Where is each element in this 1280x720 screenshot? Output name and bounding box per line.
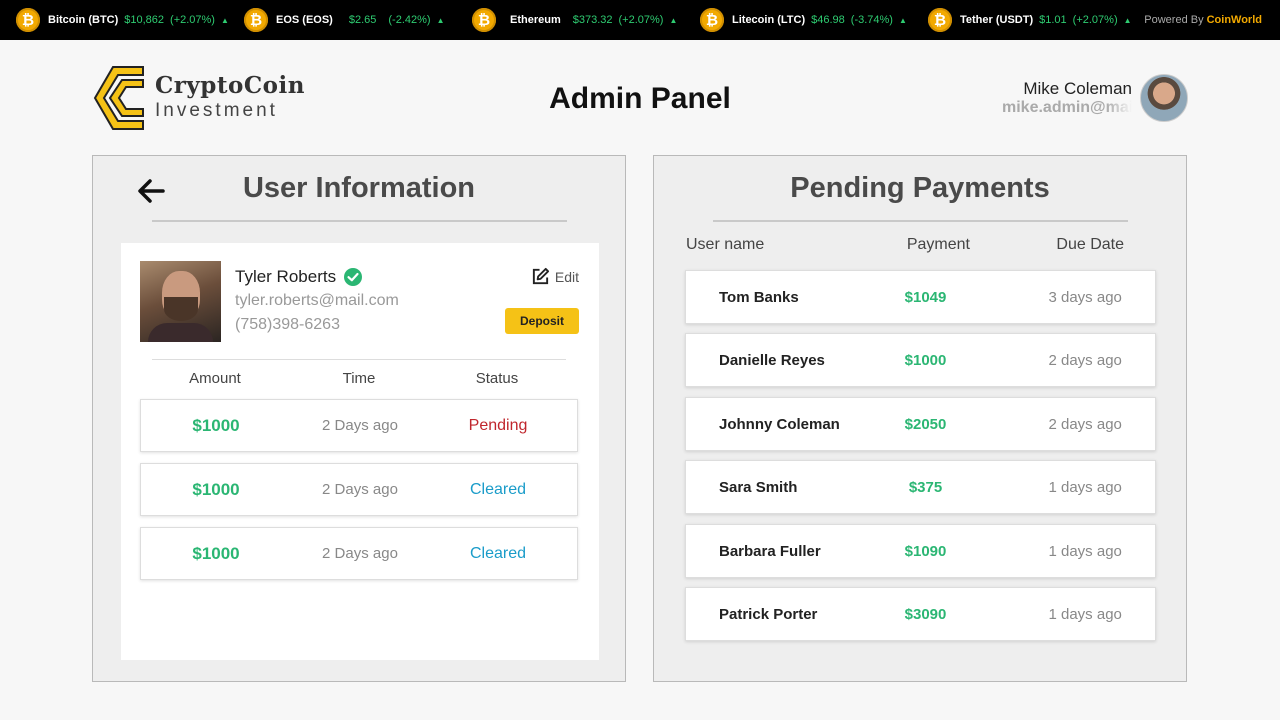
- ticker-coin-name: Tether (USDT): [960, 14, 1034, 26]
- ticker-coin-name: Ethereum: [510, 14, 561, 26]
- avatar[interactable]: [1140, 74, 1188, 122]
- column-header-due-date: Due Date: [1056, 236, 1125, 253]
- payment-user-name: Sara Smith: [719, 478, 798, 496]
- ticker-item-ltc[interactable]: ₿ Litecoin (LTC) $46.98 (-3.74%) ▲: [700, 0, 907, 40]
- bitcoin-icon: ₿: [700, 8, 724, 32]
- payment-user-name: Tom Banks: [719, 288, 799, 306]
- payment-user-name: Barbara Fuller: [719, 542, 821, 560]
- payment-due-date: 2 days ago: [1048, 351, 1122, 369]
- divider: [152, 220, 567, 222]
- payment-due-date: 1 days ago: [1048, 605, 1122, 623]
- payment-amount: $1090: [904, 542, 947, 560]
- pending-payments-panel: Pending Payments User name Payment Due D…: [653, 155, 1187, 682]
- user-name: Tyler Roberts: [235, 267, 337, 286]
- admin-profile[interactable]: Mike Coleman mike.admin@mail.com: [1002, 74, 1188, 122]
- ticker-coin-price: $1.01: [1039, 14, 1067, 26]
- payments-header: User name Payment Due Date: [686, 236, 1156, 254]
- panel-title: Pending Payments: [790, 172, 1050, 204]
- ticker-coin-change: (+2.07%): [170, 14, 215, 26]
- ticker-coin-name: EOS (EOS): [276, 14, 333, 26]
- payment-amount: $2050: [904, 415, 947, 433]
- transaction-time: 2 Days ago: [322, 545, 398, 562]
- table-row[interactable]: Tom Banks $1049 3 days ago: [685, 270, 1156, 324]
- transaction-time: 2 Days ago: [322, 417, 398, 434]
- ticker-coin-price: $46.98: [811, 14, 845, 26]
- ticker-coin-name: Bitcoin (BTC): [48, 14, 119, 26]
- table-row[interactable]: Patrick Porter $3090 1 days ago: [685, 587, 1156, 641]
- bitcoin-icon: ₿: [244, 8, 268, 32]
- up-arrow-icon: ▲: [898, 15, 907, 25]
- ticker-item-eos[interactable]: ₿ EOS (EOS) $2.65 (-2.42%) ▲: [244, 0, 444, 40]
- transaction-amount: $1000: [192, 479, 240, 499]
- transactions-header: Amount Time Status: [140, 370, 578, 387]
- column-header-payment: Payment: [906, 236, 970, 253]
- status-badge: Cleared: [469, 480, 527, 498]
- transaction-amount: $1000: [192, 543, 240, 563]
- edit-label: Edit: [554, 268, 579, 285]
- powered-by-brand-link[interactable]: CoinWorld: [1207, 14, 1262, 26]
- payment-user-name: Danielle Reyes: [719, 351, 825, 369]
- user-information-panel: User Information Tyler Roberts tyler.rob…: [92, 155, 626, 682]
- payment-user-name: Patrick Porter: [719, 605, 818, 623]
- payment-due-date: 3 days ago: [1048, 288, 1122, 306]
- column-header-time: Time: [342, 370, 376, 387]
- admin-email: mike.admin@mail.com: [1002, 99, 1132, 116]
- table-row[interactable]: Barbara Fuller $1090 1 days ago: [685, 524, 1156, 578]
- column-header-user-name: User name: [686, 236, 765, 253]
- price-ticker: ₿ Bitcoin (BTC) $10,862 (+2.07%) ▲ ₿ EOS…: [0, 0, 1280, 40]
- status-badge: Pending: [468, 416, 528, 434]
- transaction-amount: $1000: [192, 415, 240, 435]
- user-email: tyler.roberts@mail.com: [235, 292, 399, 309]
- ticker-coin-price: $10,862: [124, 14, 165, 26]
- up-arrow-icon: ▲: [1123, 15, 1132, 25]
- table-row[interactable]: $1000 2 Days ago Cleared: [140, 463, 578, 516]
- ticker-item-btc[interactable]: ₿ Bitcoin (BTC) $10,862 (+2.07%) ▲: [16, 0, 229, 40]
- verified-check-icon: [344, 268, 363, 286]
- table-row[interactable]: $1000 2 Days ago Pending: [140, 399, 578, 452]
- user-phone: (758)398-6263: [235, 316, 340, 333]
- status-badge: Cleared: [469, 544, 527, 562]
- ticker-coin-change: (+2.07%): [1072, 14, 1118, 26]
- admin-name: Mike Coleman: [1023, 79, 1132, 98]
- deposit-button[interactable]: Deposit: [505, 308, 579, 334]
- powered-by-label: Powered By: [1144, 14, 1204, 26]
- bitcoin-icon: ₿: [16, 8, 40, 32]
- user-card: Tyler Roberts tyler.roberts@mail.com (75…: [121, 243, 599, 660]
- ticker-coin-name: Litecoin (LTC): [732, 14, 806, 26]
- edit-button[interactable]: Edit: [531, 267, 579, 286]
- table-row[interactable]: $1000 2 Days ago Cleared: [140, 527, 578, 580]
- ticker-item-eth[interactable]: ₿ Ethereum $373.32 (+2.07%) ▲: [472, 0, 677, 40]
- up-arrow-icon: ▲: [669, 15, 678, 25]
- payment-due-date: 1 days ago: [1048, 478, 1122, 496]
- payment-amount: $1000: [904, 351, 947, 369]
- ticker-coin-price: $373.32: [572, 14, 613, 26]
- edit-icon: [532, 267, 549, 285]
- transaction-time: 2 Days ago: [322, 481, 398, 498]
- table-row[interactable]: Sara Smith $375 1 days ago: [685, 460, 1156, 514]
- ticker-coin-change: (-3.74%): [850, 14, 893, 26]
- table-row[interactable]: Danielle Reyes $1000 2 days ago: [685, 333, 1156, 387]
- payment-due-date: 1 days ago: [1048, 542, 1122, 560]
- ticker-coin-price: $2.65: [348, 14, 377, 26]
- column-header-status: Status: [475, 370, 519, 387]
- payment-user-name: Johnny Coleman: [719, 415, 840, 433]
- divider: [152, 359, 566, 360]
- payment-amount: $3090: [904, 605, 947, 623]
- powered-by: Powered By CoinWorld: [1144, 0, 1262, 40]
- table-row[interactable]: Johnny Coleman $2050 2 days ago: [685, 397, 1156, 451]
- divider: [713, 220, 1128, 222]
- bitcoin-icon: ₿: [472, 8, 496, 32]
- up-arrow-icon: ▲: [220, 15, 229, 25]
- column-header-amount: Amount: [189, 370, 241, 387]
- up-arrow-icon: ▲: [436, 15, 445, 25]
- payment-due-date: 2 days ago: [1048, 415, 1122, 433]
- panel-title: User Information: [242, 172, 476, 204]
- user-photo: [140, 261, 221, 342]
- ticker-coin-change: (+2.07%): [618, 14, 664, 26]
- ticker-item-usdt[interactable]: ₿ Tether (USDT) $1.01 (+2.07%) ▲: [928, 0, 1132, 40]
- ticker-coin-change: (-2.42%): [388, 14, 431, 26]
- payment-amount: $1049: [904, 288, 947, 306]
- payment-amount: $375: [908, 478, 943, 496]
- bitcoin-icon: ₿: [928, 8, 952, 32]
